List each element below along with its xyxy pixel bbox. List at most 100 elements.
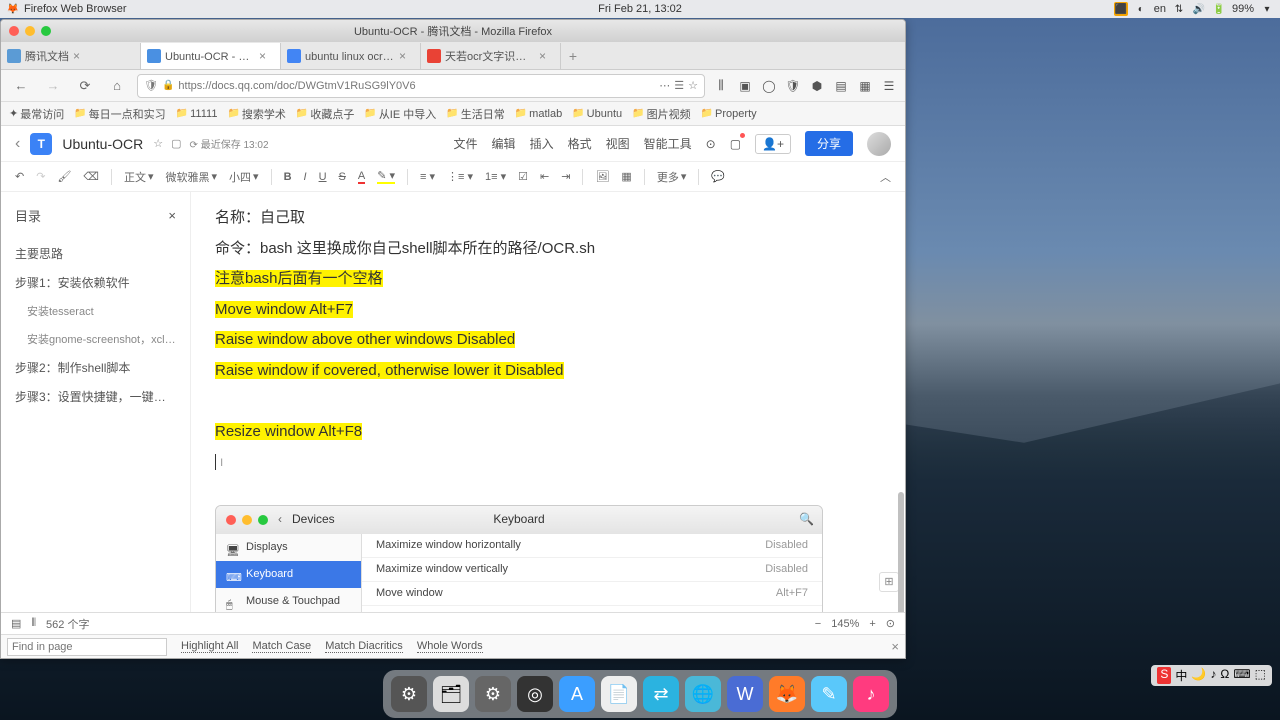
word-count[interactable]: 562 个字 xyxy=(46,616,89,632)
add-user-icon[interactable]: 👤+ xyxy=(755,134,791,154)
zoom-out-button[interactable]: − xyxy=(815,618,821,630)
volume-icon[interactable]: 🔊 xyxy=(1192,2,1206,16)
dock-wps-icon[interactable]: W xyxy=(727,676,763,712)
table-button[interactable]: ▦ xyxy=(621,170,631,183)
menu-smart[interactable]: 智能工具 xyxy=(644,135,692,152)
menu-file[interactable]: 文件 xyxy=(454,135,478,152)
image-button[interactable]: 🖼 xyxy=(595,170,609,183)
minimize-icon[interactable] xyxy=(25,26,35,36)
bookmark-folder[interactable]: Ubuntu xyxy=(572,108,622,120)
record-icon[interactable]: ⊙ xyxy=(706,137,716,151)
avatar[interactable] xyxy=(867,132,891,156)
indicator-icon[interactable]: ◐ xyxy=(1134,2,1148,16)
bookmark-folder[interactable]: 图片视频 xyxy=(632,106,690,122)
battery-icon[interactable]: 🔋 xyxy=(1212,2,1226,16)
outline-item[interactable]: 步骤2：制作shell脚本 xyxy=(15,353,176,382)
doc-title[interactable]: Ubuntu-OCR xyxy=(62,136,143,152)
bookmark-folder[interactable]: 从IE 中导入 xyxy=(364,106,436,122)
underline-button[interactable]: U xyxy=(319,171,327,183)
browser-tab[interactable]: 天若ocr文字识别_百度搜× xyxy=(421,43,561,69)
bookmark-folder[interactable]: 收藏点子 xyxy=(296,106,354,122)
size-select[interactable]: 小四 ▾ xyxy=(229,169,259,185)
present-icon[interactable]: ▢ xyxy=(730,137,741,151)
ext-icon[interactable]: ⬢ xyxy=(809,78,825,94)
menu-view[interactable]: 视图 xyxy=(606,135,630,152)
outline-item[interactable]: 安装gnome-screenshot，xclip, im... xyxy=(15,325,176,353)
ime-tray[interactable]: S 中 🌙 ♪ Ω ⌨ ⬚ xyxy=(1151,665,1272,686)
checklist-button[interactable]: ☑ xyxy=(518,170,528,183)
sidebar-icon[interactable]: ▣ xyxy=(737,78,753,94)
outline-item[interactable]: 步骤1：安装依赖软件 xyxy=(15,268,176,297)
indent-button[interactable]: ⇥ xyxy=(561,170,570,183)
indicator-icon[interactable]: ⬛ xyxy=(1114,2,1128,16)
dock-app-icon[interactable]: ⇄ xyxy=(643,676,679,712)
style-select[interactable]: 正文 ▾ xyxy=(124,169,154,185)
lock-icon[interactable]: 🔒 xyxy=(162,80,174,91)
browser-tab[interactable]: Ubuntu-OCR - 腾讯文…× xyxy=(141,43,281,69)
collapse-toolbar-icon[interactable]: ︿ xyxy=(880,169,891,185)
dock-settings-icon[interactable]: ⚙ xyxy=(391,676,427,712)
bookmark-folder[interactable]: Property xyxy=(701,108,757,120)
bookmark-folder[interactable]: 每日一点和实习 xyxy=(74,106,165,122)
ext-icon[interactable]: ▤ xyxy=(833,78,849,94)
view-icon[interactable]: ▤ xyxy=(11,617,21,630)
italic-button[interactable]: I xyxy=(304,171,307,183)
dock-appstore-icon[interactable]: A xyxy=(559,676,595,712)
find-option[interactable]: Match Case xyxy=(252,640,311,653)
outline-item[interactable]: 安装tesseract xyxy=(15,297,176,325)
close-outline-icon[interactable]: × xyxy=(168,208,176,223)
align-button[interactable]: ≡ ▾ xyxy=(420,170,435,183)
comment-icon[interactable]: 💬 xyxy=(711,170,725,183)
font-select[interactable]: 微软雅黑 ▾ xyxy=(166,169,218,185)
bookmark-folder[interactable]: matlab xyxy=(515,108,562,120)
zoom-in-button[interactable]: + xyxy=(869,618,875,630)
share-button[interactable]: 分享 xyxy=(805,131,853,156)
outline-item[interactable]: 步骤3：设置快捷键，一键调用s... xyxy=(15,382,176,411)
shield-icon[interactable]: 🛡 xyxy=(144,79,158,92)
tab-close-icon[interactable]: × xyxy=(259,49,266,63)
browser-tab[interactable]: 腾讯文档× xyxy=(1,43,141,69)
browser-tab[interactable]: ubuntu linux ocr - 搜索× xyxy=(281,43,421,69)
tab-close-icon[interactable]: × xyxy=(73,49,80,63)
more-button[interactable]: 更多 ▾ xyxy=(657,169,687,185)
ext-icon[interactable]: ▦ xyxy=(857,78,873,94)
dock-browser-icon[interactable]: 🌐 xyxy=(685,676,721,712)
paint-icon[interactable]: 🖌 xyxy=(57,170,71,183)
account-icon[interactable]: ◯ xyxy=(761,78,777,94)
page-action-icon[interactable]: ⋯ xyxy=(659,79,670,92)
url-bar[interactable]: 🛡 🔒 https://docs.qq.com/doc/DWGtmV1RuSG9… xyxy=(137,74,705,98)
ext-icon[interactable]: 🛡 xyxy=(785,78,801,94)
menu-insert[interactable]: 插入 xyxy=(530,135,554,152)
number-list-button[interactable]: 1≡ ▾ xyxy=(485,170,506,183)
folder-icon[interactable]: ▢ xyxy=(171,137,181,150)
dock-obs-icon[interactable]: ◎ xyxy=(517,676,553,712)
dock-files-icon[interactable]: 🗂 xyxy=(433,676,469,712)
reader-icon[interactable]: ☰ xyxy=(674,79,684,92)
redo-button[interactable]: ↷ xyxy=(36,170,45,183)
close-icon[interactable] xyxy=(9,26,19,36)
side-tool-icon[interactable]: ⊞ xyxy=(879,572,899,592)
dock-app-icon[interactable]: ✎ xyxy=(811,676,847,712)
reload-button[interactable]: ⟳ xyxy=(73,74,97,98)
power-icon[interactable]: ▾ xyxy=(1260,2,1274,16)
back-button[interactable]: ← xyxy=(9,74,33,98)
star-icon[interactable]: ☆ xyxy=(153,137,163,150)
bookmark-item[interactable]: ✦ 最常访问 xyxy=(9,106,64,122)
bullet-list-button[interactable]: ⋮≡ ▾ xyxy=(447,170,473,183)
view-icon[interactable]: ⫴ xyxy=(31,617,36,630)
outdent-button[interactable]: ⇤ xyxy=(540,170,549,183)
textcolor-button[interactable]: A xyxy=(358,170,365,184)
scrollbar-thumb[interactable] xyxy=(898,492,904,612)
lang-indicator[interactable]: en xyxy=(1154,3,1166,15)
dock-firefox-icon[interactable]: 🦊 xyxy=(769,676,805,712)
clear-format-icon[interactable]: ⌫ xyxy=(83,170,99,183)
close-findbar-icon[interactable]: × xyxy=(891,639,899,654)
find-option[interactable]: Match Diacritics xyxy=(325,640,403,653)
bold-button[interactable]: B xyxy=(284,171,292,183)
find-option[interactable]: Highlight All xyxy=(181,640,238,653)
dock-text-icon[interactable]: 📄 xyxy=(601,676,637,712)
bookmark-star-icon[interactable]: ☆ xyxy=(688,79,698,92)
find-option[interactable]: Whole Words xyxy=(417,640,483,653)
maximize-icon[interactable] xyxy=(41,26,51,36)
forward-button[interactable]: → xyxy=(41,74,65,98)
